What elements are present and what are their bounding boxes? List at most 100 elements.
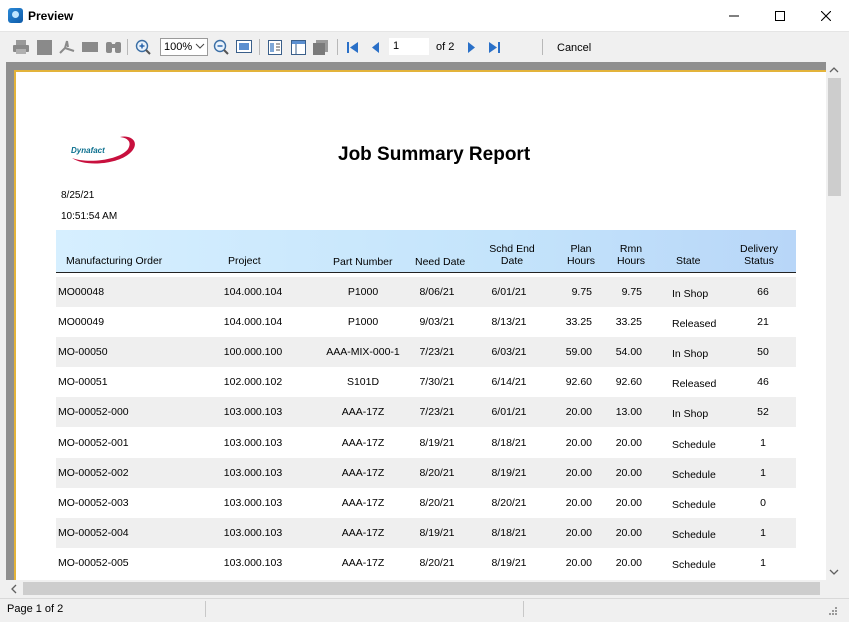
header-footer-button[interactable] [289,37,307,57]
cell-status: 21 [757,316,769,329]
table-row: MO00049 104.000.104 P1000 9/03/21 8/13/21 33.… [56,307,796,337]
cell-schd: 8/19/21 [491,466,527,479]
cell-part: AAA-17Z [341,556,385,569]
cell-schd: 6/14/21 [491,376,527,389]
table-row: MO-00050 100.000.100 AAA-MIX-000-1 7/23/21 6… [56,337,796,368]
first-page-icon [347,41,358,53]
cell-rmn: 20.00 [615,466,642,479]
minimize-icon [729,15,739,17]
cell-part: AAA-17Z [341,526,385,539]
cell-part: AAA-MIX-000-1 [326,346,400,359]
pdf-icon [59,40,75,54]
export-pdf-button[interactable] [58,37,76,57]
horizontal-scroll-thumb[interactable] [23,582,820,595]
cell-project: 103.000.103 [223,406,283,419]
cell-schd: 8/18/21 [491,526,527,539]
watermark-button[interactable] [312,37,330,57]
cell-rmn: 13.00 [615,406,642,419]
cell-mo: MO-00052-004 [58,526,129,539]
scroll-up-icon[interactable] [829,66,839,74]
window-title: Preview [28,9,74,23]
previous-page-button[interactable] [367,37,383,57]
cell-plan: 33.25 [565,316,592,329]
cell-state: In Shop [672,408,709,421]
print-icon [13,40,29,54]
preview-viewport: Dynafact Job Summary Report 8/25/21 10:5… [6,62,826,580]
cell-status: 50 [757,346,769,359]
cell-plan: 20.00 [565,466,592,479]
zoom-select[interactable]: 100% [160,38,208,56]
scroll-down-icon[interactable] [829,568,839,576]
cell-state: Schedule [672,528,716,541]
cell-mo: MO-00052-005 [58,556,129,569]
toolbar-separator [542,39,543,55]
status-bar [0,598,849,622]
col-rmn-hours: Rmn Hours [616,243,645,267]
col-state: State [676,255,701,267]
cell-schd: 6/01/21 [491,286,527,298]
page-setup-button[interactable] [266,37,284,57]
cell-plan: 20.00 [565,436,592,449]
cell-mo: MO00048 [58,286,105,298]
close-button[interactable] [803,0,849,32]
page-number-input[interactable]: 1 [389,38,429,55]
next-page-button[interactable] [463,37,479,57]
page-setup-icon [268,39,282,55]
table-row: MO-00051 102.000.102 S101D 7/30/21 6/14/21 92… [56,367,796,397]
toolbar-separator [337,39,338,55]
toolbar-separator [259,39,260,55]
cell-rmn: 20.00 [615,436,642,449]
cell-plan: 59.00 [565,346,592,359]
cell-need: 8/20/21 [419,556,455,569]
cell-schd: 6/01/21 [491,406,527,419]
last-page-button[interactable] [485,37,503,57]
print-button[interactable] [12,37,30,57]
table-row: MO-00052-004 103.000.103 AAA-17Z 8/19/21 8/1… [56,517,796,548]
cell-need: 7/23/21 [419,346,455,359]
cell-need: 8/19/21 [419,436,455,449]
cell-plan: 9.75 [571,286,592,298]
cell-rmn: 20.00 [615,496,642,509]
cell-project: 102.000.102 [223,376,283,389]
zoom-in-button[interactable] [134,37,152,57]
cell-status: 1 [760,466,766,479]
cell-plan: 20.00 [565,406,592,419]
cell-project: 103.000.103 [223,466,283,479]
cell-status: 1 [760,556,766,569]
resize-grip-icon[interactable] [828,606,838,616]
cancel-button[interactable]: Cancel [557,42,591,54]
cell-state: Released [672,378,717,391]
scroll-left-icon[interactable] [10,584,18,594]
zoom-out-button[interactable] [212,37,230,57]
minimize-button[interactable] [711,0,757,32]
col-part-number: Part Number [333,256,393,268]
cell-mo: MO-00050 [58,346,108,359]
email-button[interactable] [81,37,99,57]
report-page: Dynafact Job Summary Report 8/25/21 10:5… [14,70,826,580]
cell-mo: MO-00052-002 [58,466,129,479]
cell-rmn: 54.00 [615,346,642,359]
col-delivery-status: Delivery Status [740,243,778,267]
email-icon [82,42,98,52]
cell-need: 8/20/21 [419,496,455,509]
table-row: MO-00052-005 103.000.103 AAA-17Z 8/20/21 8/1… [56,548,796,578]
first-page-button[interactable] [344,37,362,57]
cell-schd: 8/20/21 [491,496,527,509]
cell-status: 1 [760,436,766,449]
zoom-value: 100% [164,41,193,53]
maximize-button[interactable] [757,0,803,32]
logo-text: Dynafact [71,146,105,155]
vertical-scroll-thumb[interactable] [828,78,841,196]
whole-page-button[interactable] [235,37,253,57]
find-button[interactable] [104,37,122,57]
cell-mo: MO-00051 [58,376,108,389]
col-plan-hours: Plan Hours [566,243,595,267]
table-header: Manufacturing Order Project Part Number … [56,230,796,273]
table-row: MO00048 104.000.104 P1000 8/06/21 6/01/21 9.7… [56,277,796,307]
save-button[interactable] [35,37,53,57]
table-row: MO-00052-002 103.000.103 AAA-17Z 8/20/21 8/1… [56,457,796,488]
cell-plan: 92.60 [565,376,592,389]
binoculars-icon [105,42,121,53]
cell-schd: 8/13/21 [491,316,527,329]
cell-status: 52 [757,406,769,419]
